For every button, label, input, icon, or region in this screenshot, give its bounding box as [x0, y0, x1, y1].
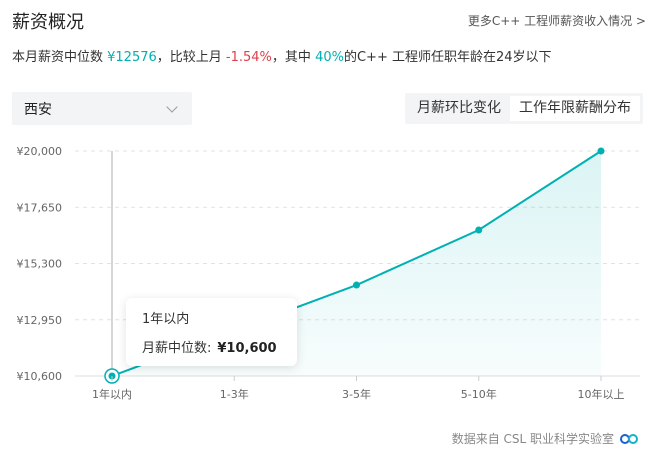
salary-chart-svg: ¥10,600¥12,950¥15,300¥17,650¥20,0001年以内 1…	[17, 145, 640, 401]
tooltip-label: 月薪中位数:	[142, 341, 212, 356]
more-salary-link[interactable]: 更多C++ 工程师薪资收入情况 >	[468, 12, 646, 29]
summary-suffix: 的C++ 工程师任职年龄在24岁以下	[343, 50, 552, 65]
y-tick-label: ¥17,650	[17, 201, 63, 214]
x-tick-label: 5-10年	[461, 387, 497, 401]
city-select-value: 西安	[24, 101, 52, 118]
summary-mid2: ，其中	[271, 50, 316, 65]
chart-tabs: 月薪环比变化 工作年限薪酬分布	[405, 93, 643, 124]
summary-mid1: ，比较上月	[156, 50, 226, 65]
summary-prefix: 本月薪资中位数	[12, 50, 108, 65]
tooltip-value: ¥10,600	[217, 341, 277, 356]
x-tick-label: 1年以内	[92, 387, 132, 401]
y-tick-label: ¥20,000	[17, 145, 63, 158]
x-tick-label: 10年以上	[578, 387, 625, 401]
page-title: 薪资概况	[12, 12, 84, 33]
y-tick-label: ¥15,300	[17, 258, 63, 271]
chart-tooltip: 1年以内 月薪中位数: ¥10,600	[126, 298, 297, 366]
salary-chart: ¥10,600 ¥12,950 ¥15,300 ¥17,650 ¥20,000 1年以内 1…	[0, 138, 660, 408]
x-tick-label: 1-3年	[220, 387, 249, 401]
data-point	[475, 226, 483, 234]
csl-logo-icon	[620, 432, 646, 446]
y-tick-label: ¥12,950	[17, 314, 63, 327]
tab-monthly-change[interactable]: 月薪环比变化	[408, 96, 510, 121]
summary-pct: 40%	[315, 50, 344, 65]
chevron-down-icon	[166, 100, 178, 113]
tooltip-row: 月薪中位数: ¥10,600	[142, 337, 281, 356]
y-tick-label: ¥10,600	[17, 370, 63, 383]
x-tick-label: 3-5年	[342, 387, 371, 401]
data-source-text: 数据来自 CSL 职业科学实验室	[451, 432, 614, 446]
data-point	[353, 281, 360, 289]
summary-median: ¥12576	[107, 50, 157, 65]
data-point	[597, 147, 605, 155]
summary-change: -1.54%	[225, 50, 272, 65]
city-select[interactable]: 西安	[12, 92, 192, 125]
salary-summary: 本月薪资中位数 ¥12576，比较上月 -1.54%，其中 40%的C++ 工程…	[12, 46, 552, 65]
data-source-footer: 数据来自 CSL 职业科学实验室	[452, 430, 646, 447]
tooltip-title: 1年以内	[142, 312, 190, 327]
tab-experience-distribution[interactable]: 工作年限薪酬分布	[510, 96, 640, 121]
